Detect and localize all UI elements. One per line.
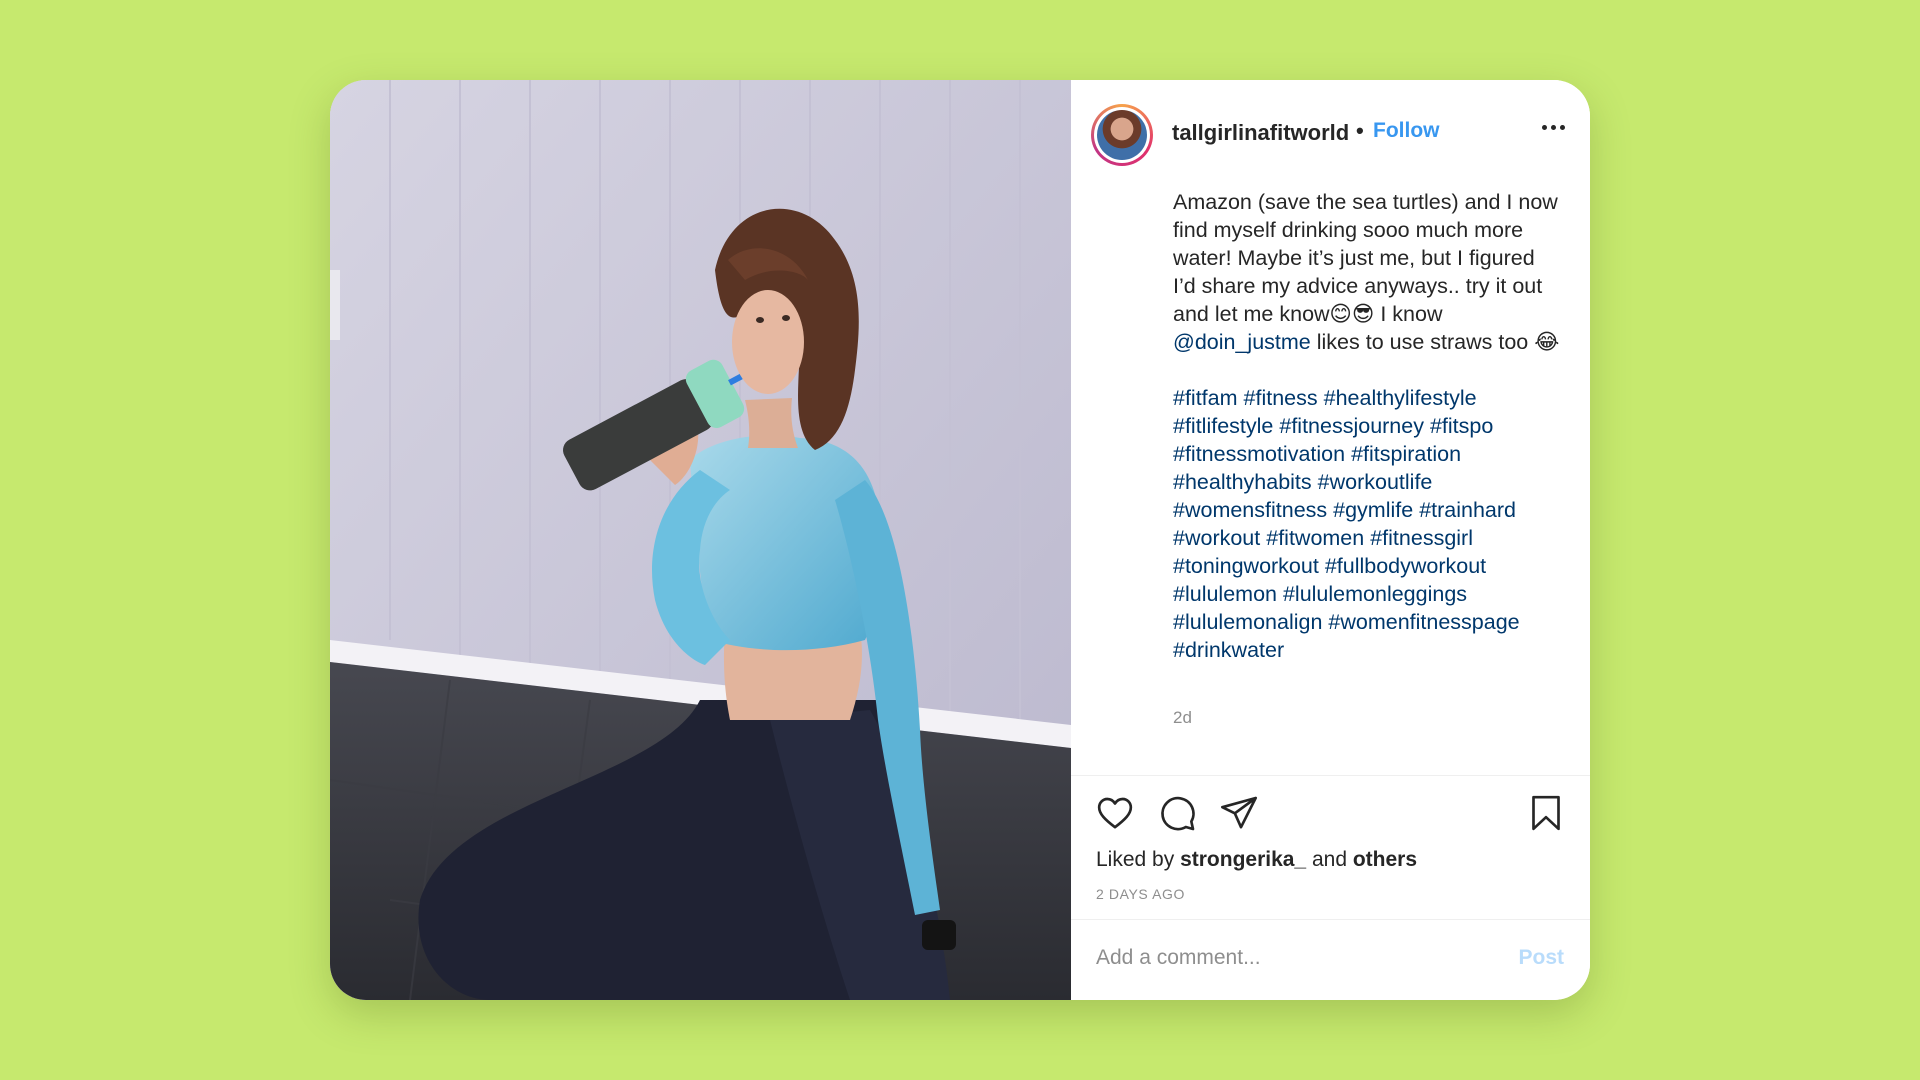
hashtag-link[interactable]: #fitwomen xyxy=(1266,526,1364,550)
post-timestamp: 2 DAYS AGO xyxy=(1096,886,1185,902)
hashtag-link[interactable]: #healthylifestyle xyxy=(1324,386,1477,410)
comment-icon[interactable] xyxy=(1157,793,1197,833)
avatar[interactable] xyxy=(1091,104,1153,166)
heart-icon[interactable] xyxy=(1095,793,1135,833)
separator-dot: • xyxy=(1356,118,1364,143)
hashtag-link[interactable]: #fitnessmotivation xyxy=(1173,442,1345,466)
post-actions xyxy=(1095,793,1566,837)
bookmark-icon[interactable] xyxy=(1526,793,1566,833)
divider xyxy=(1071,775,1590,776)
hashtag-link[interactable]: #fitspo xyxy=(1430,414,1493,438)
post-header: tallgirlinafitworld • Follow xyxy=(1071,80,1590,190)
post-photo[interactable] xyxy=(330,80,1071,1000)
hashtag-list: #fitfam #fitness #healthylifestyle #fitl… xyxy=(1173,384,1563,664)
hashtag-link[interactable]: #fullbodyworkout xyxy=(1325,554,1486,578)
liked-by-others[interactable]: others xyxy=(1353,848,1417,871)
divider xyxy=(1071,919,1590,920)
caption-mention[interactable]: @doin_justme xyxy=(1173,330,1311,354)
hashtag-link[interactable]: #womenfitnesspage xyxy=(1328,610,1519,634)
hashtag-link[interactable]: #toningworkout xyxy=(1173,554,1319,578)
username[interactable]: tallgirlinafitworld xyxy=(1172,120,1349,146)
liked-by-user[interactable]: strongerika_ xyxy=(1180,848,1306,871)
hashtag-link[interactable]: #drinkwater xyxy=(1173,638,1284,662)
caption-text: Amazon (save the sea turtles) and I now … xyxy=(1173,190,1558,326)
liked-by: Liked by strongerika_ and others xyxy=(1096,848,1417,872)
hashtag-link[interactable]: #fitness xyxy=(1244,386,1318,410)
post-details-panel: tallgirlinafitworld • Follow Amazon (sav… xyxy=(1071,80,1590,1000)
hashtag-link[interactable]: #womensfitness xyxy=(1173,498,1327,522)
post-card: tallgirlinafitworld • Follow Amazon (sav… xyxy=(330,80,1590,1000)
post-comment-button[interactable]: Post xyxy=(1518,946,1564,970)
more-options-icon[interactable] xyxy=(1536,114,1570,140)
hashtag-link[interactable]: #lululemonleggings xyxy=(1283,582,1467,606)
caption-text-end: likes to use straws too 😂 xyxy=(1310,330,1560,354)
liked-by-prefix: Liked by xyxy=(1096,848,1181,871)
comment-input[interactable] xyxy=(1096,940,1496,976)
post-caption: Amazon (save the sea turtles) and I now … xyxy=(1173,188,1563,664)
hashtag-link[interactable]: #fitnessgirl xyxy=(1370,526,1473,550)
hashtag-link[interactable]: #fitlifestyle xyxy=(1173,414,1273,438)
hashtag-link[interactable]: #lululemonalign xyxy=(1173,610,1322,634)
hashtag-link[interactable]: #lululemon xyxy=(1173,582,1277,606)
hashtag-link[interactable]: #healthyhabits xyxy=(1173,470,1312,494)
liked-by-and: and xyxy=(1306,848,1353,871)
caption-time: 2d xyxy=(1173,708,1192,727)
hashtag-link[interactable]: #fitfam xyxy=(1173,386,1238,410)
hashtag-link[interactable]: #workoutlife xyxy=(1318,470,1433,494)
hashtag-link[interactable]: #gymlife xyxy=(1333,498,1413,522)
hashtag-link[interactable]: #workout xyxy=(1173,526,1260,550)
hashtag-link[interactable]: #fitnessjourney xyxy=(1279,414,1424,438)
follow-button[interactable]: Follow xyxy=(1373,119,1440,143)
share-icon[interactable] xyxy=(1219,793,1259,833)
hashtag-link[interactable]: #trainhard xyxy=(1419,498,1516,522)
hashtag-link[interactable]: #fitspiration xyxy=(1351,442,1461,466)
